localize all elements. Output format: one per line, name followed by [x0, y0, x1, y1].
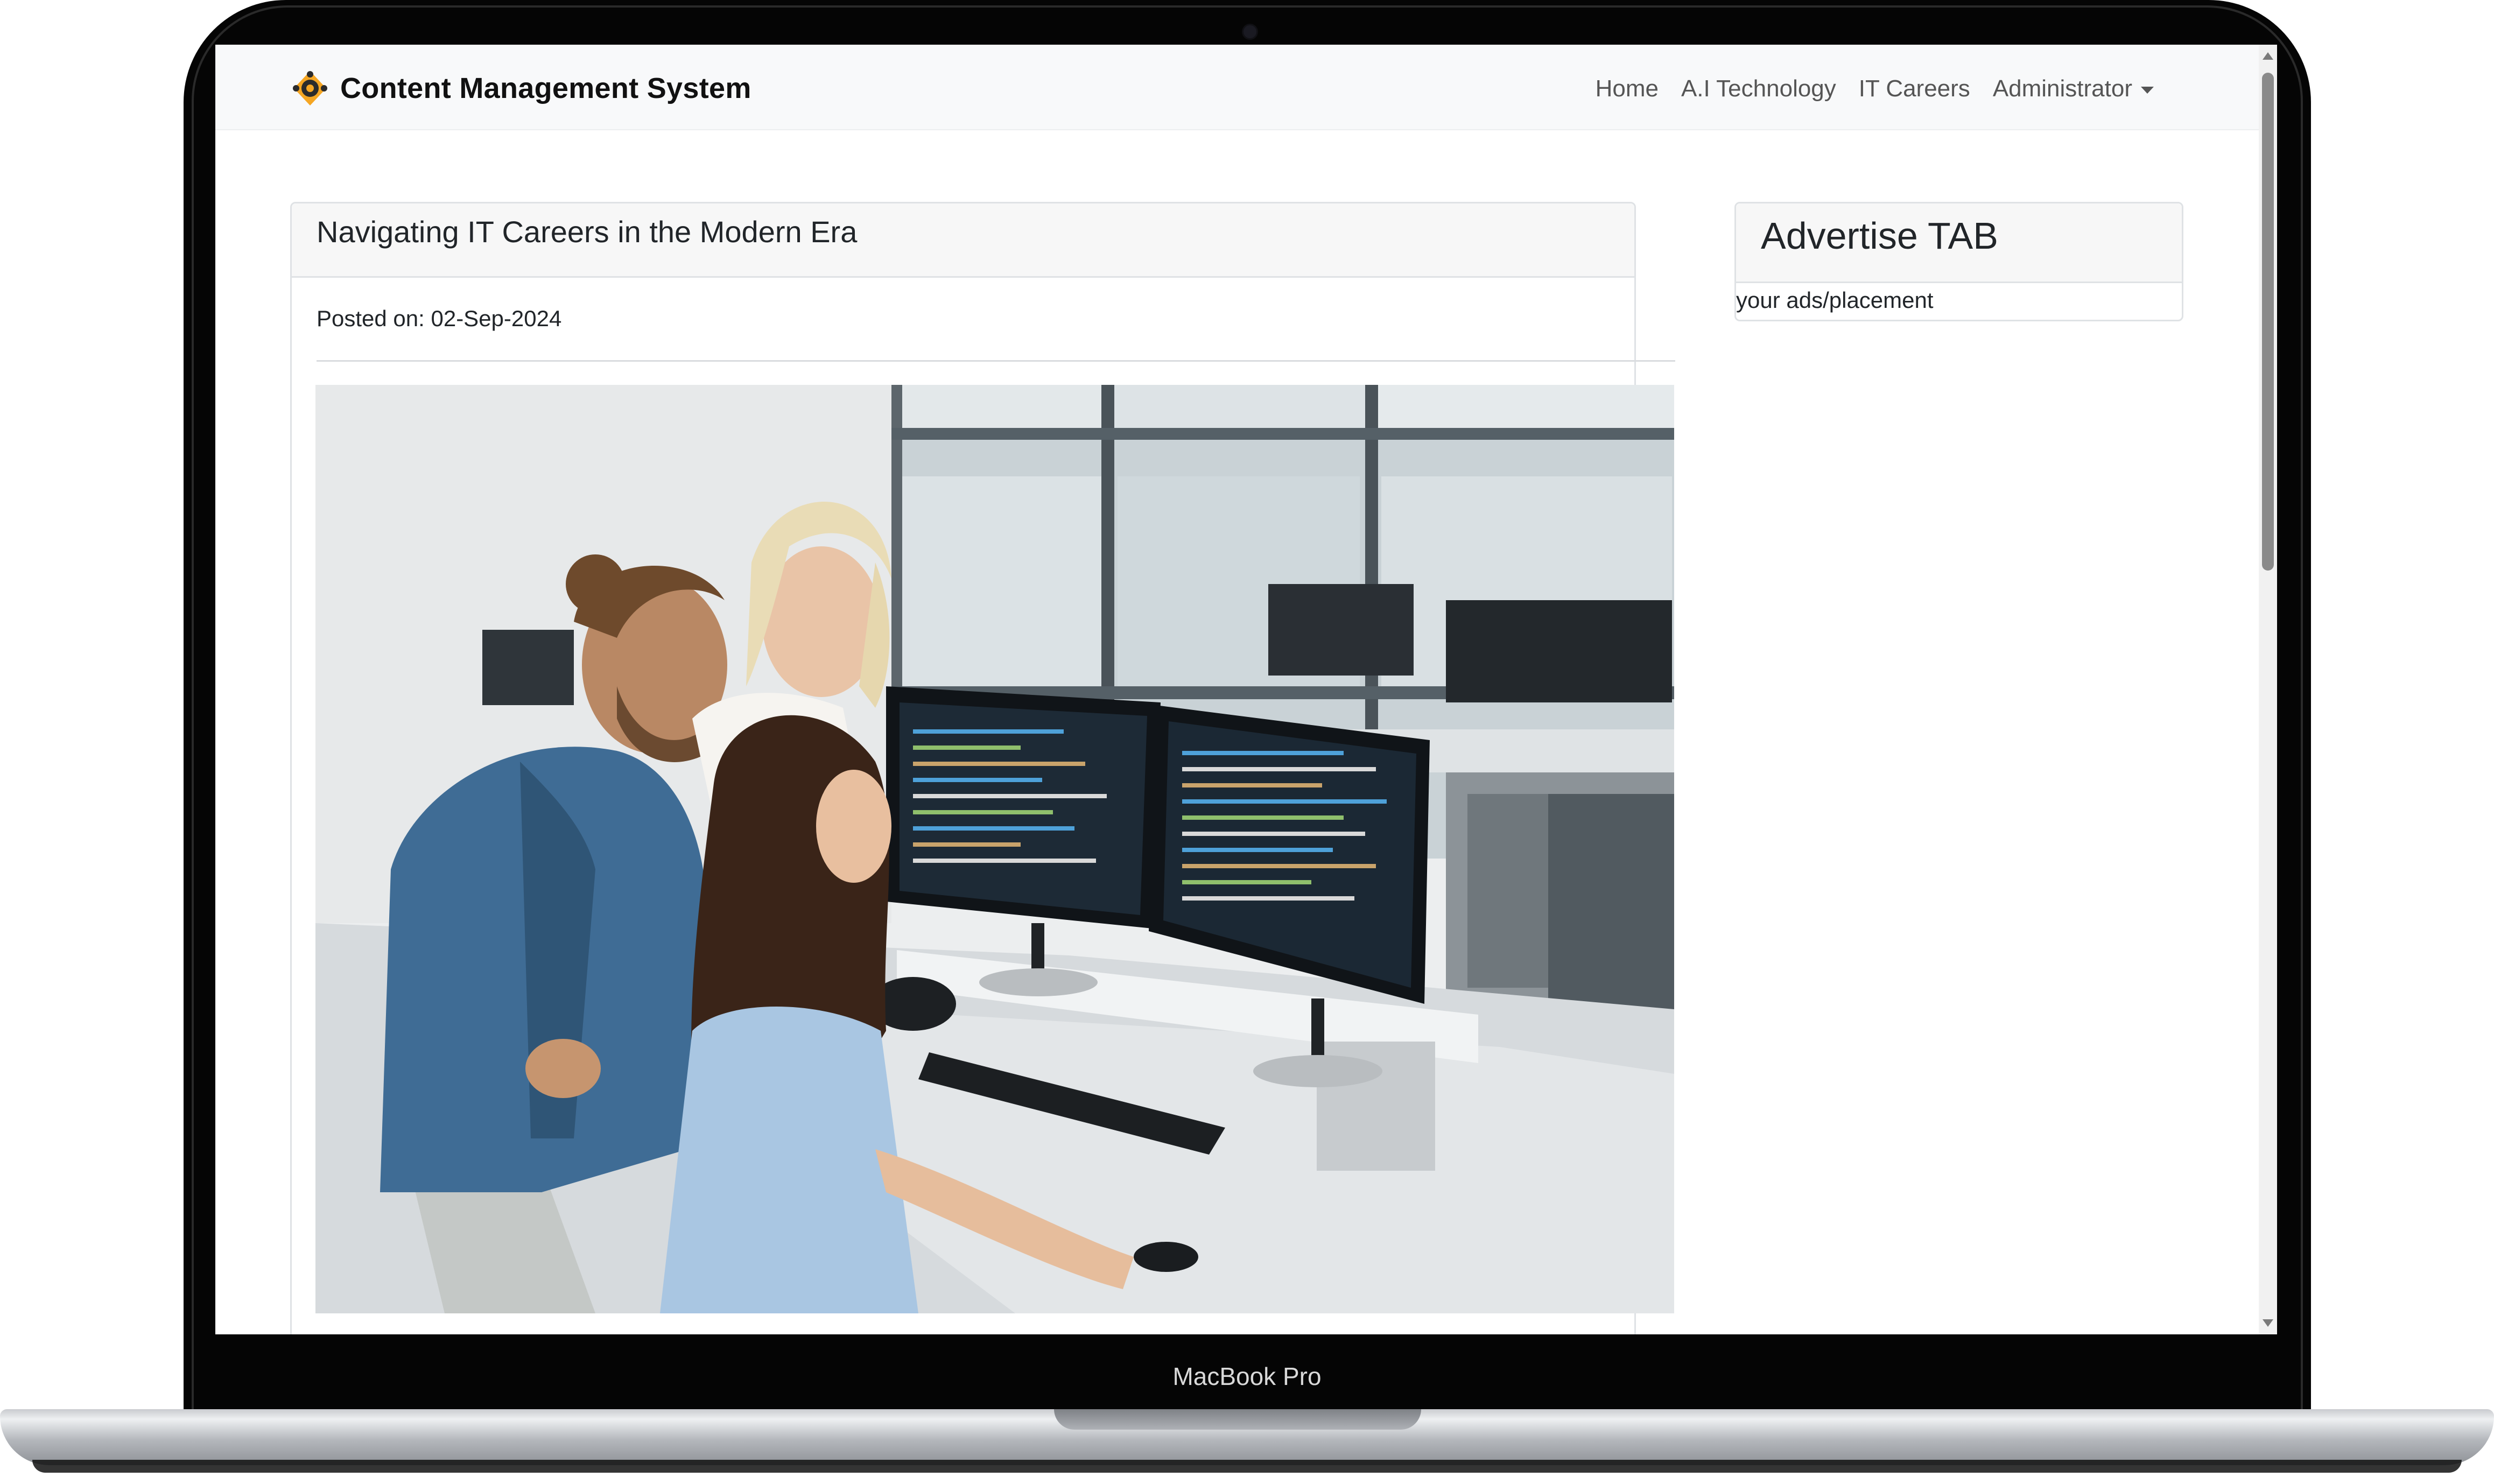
advertise-placement-text: your ads/placement: [1736, 287, 1934, 313]
nav-dropdown-administrator[interactable]: Administrator: [1993, 75, 2154, 102]
laptop-notch: [1054, 1409, 1421, 1430]
brand-link[interactable]: Content Management System: [291, 69, 751, 107]
office-photo-illustration: [315, 385, 1674, 1313]
nav-link-ai-technology[interactable]: A.I Technology: [1681, 75, 1836, 102]
article-image: [315, 385, 1674, 1313]
scroll-up-arrow-icon[interactable]: [2263, 52, 2273, 60]
advertise-card: Advertise TAB your ads/placement: [1734, 202, 2183, 321]
webcam-icon: [1242, 24, 1258, 40]
caret-down-icon: [2141, 86, 2154, 94]
vertical-scrollbar[interactable]: [2259, 45, 2277, 1334]
article-title: Navigating IT Careers in the Modern Era: [317, 215, 858, 249]
brand-title: Content Management System: [340, 72, 751, 104]
cms-logo-icon: [293, 71, 327, 106]
article-card: Navigating IT Careers in the Modern Era …: [290, 202, 1675, 1334]
scrollbar-thumb[interactable]: [2262, 73, 2274, 571]
nav-link-it-careers[interactable]: IT Careers: [1859, 75, 1970, 102]
top-navbar: Content Management System Home A.I Techn…: [215, 45, 2259, 130]
laptop-foot: [32, 1460, 2462, 1473]
scroll-down-arrow-icon[interactable]: [2263, 1319, 2273, 1327]
posted-date: Posted on: 02-Sep-2024: [317, 306, 562, 331]
divider: [317, 360, 1675, 362]
nav-dropdown-label: Administrator: [1992, 75, 2132, 102]
nav-links: Home A.I Technology IT Careers Administr…: [1573, 72, 2154, 106]
advertise-title: Advertise TAB: [1761, 215, 1998, 257]
nav-link-home[interactable]: Home: [1596, 75, 1659, 102]
device-label: MacBook Pro: [1172, 1362, 1322, 1390]
advertise-card-header: Advertise TAB: [1736, 203, 2182, 283]
article-card-header: Navigating IT Careers in the Modern Era: [292, 203, 1634, 278]
browser-viewport: Content Management System Home A.I Techn…: [215, 45, 2277, 1334]
